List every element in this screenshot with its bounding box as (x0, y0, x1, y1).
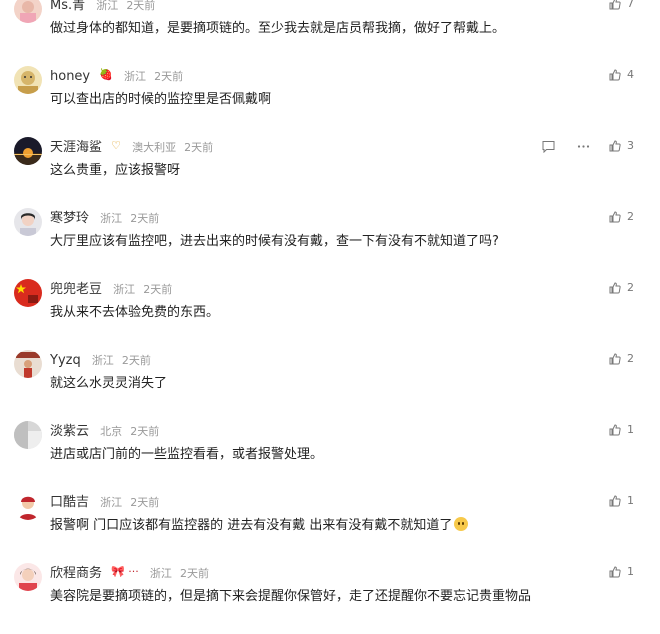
thumbs-up-icon (609, 353, 621, 365)
comment-meta: 兜兜老豆 浙江 2天前 (50, 278, 172, 298)
timestamp: 2天前 (179, 567, 209, 580)
timestamp: 2天前 (130, 212, 160, 225)
comment-item: honey 🍓 浙江 2天前 可以查出店的时候的监控里是否佩戴啊 4 (0, 66, 660, 137)
avatar[interactable] (14, 492, 42, 520)
comment-item: Yyzq 浙江 2天前 就这么水灵灵消失了 2 (0, 350, 660, 421)
comment-item: 寒梦玲 浙江 2天前 大厅里应该有监控吧，进去出来的时候有没有戴，查一下有没有不… (0, 208, 660, 279)
avatar[interactable] (14, 137, 42, 165)
like-button[interactable]: 2 (609, 350, 634, 368)
username[interactable]: 欣程商务 (50, 566, 102, 581)
like-count: 2 (627, 352, 634, 365)
comment-text: 大厅里应该有监控吧，进去出来的时候有没有戴，查一下有没有不就知道了吗? (50, 234, 499, 249)
like-count: 4 (627, 68, 634, 81)
timestamp: 2天前 (184, 141, 214, 154)
comment-text: 可以查出店的时候的监控里是否佩戴啊 (50, 92, 272, 107)
thumbs-up-icon (609, 140, 621, 152)
comment-meta: 口酷吉 浙江 2天前 (50, 491, 159, 511)
thumbs-up-icon (609, 211, 621, 223)
location: 浙江 (91, 354, 114, 367)
username[interactable]: Ms.青 (50, 0, 85, 13)
comment-meta: Yyzq 浙江 2天前 (50, 349, 151, 369)
comment-meta: honey 🍓 浙江 2天前 (50, 65, 183, 85)
timestamp: 2天前 (143, 283, 173, 296)
comment-text: 这么贵重，应该报警呀 (50, 163, 181, 178)
comment-meta: 淡紫云 北京 2天前 (50, 420, 159, 440)
like-count: 2 (627, 281, 634, 294)
like-count: 1 (627, 423, 634, 436)
more-icon[interactable] (577, 140, 590, 153)
comment-text: 就这么水灵灵消失了 (50, 376, 168, 391)
comment-text-content: 报警啊 门口应该都有监控器的 进去有没有戴 出来有没有戴不就知道了 (50, 518, 453, 533)
location: 浙江 (96, 0, 119, 12)
comment-icon[interactable] (542, 140, 555, 153)
like-count: 1 (627, 494, 634, 507)
timestamp: 2天前 (130, 425, 160, 438)
avatar[interactable] (14, 350, 42, 378)
like-button[interactable]: 3 (609, 137, 634, 155)
like-count: 7 (627, 0, 634, 10)
like-button[interactable]: 1 (609, 421, 634, 439)
like-count: 1 (627, 565, 634, 578)
timestamp: 2天前 (130, 496, 160, 509)
flushed-face-emoji-icon (454, 517, 469, 531)
comment-item: 兜兜老豆 浙江 2天前 我从来不去体验免费的东西。 2 (0, 279, 660, 350)
like-button[interactable]: 2 (609, 279, 634, 297)
comment-text: 美容院是要摘项链的，但是摘下来会提醒你保管好，走了还提醒你不要忘记贵重物品 (50, 589, 532, 604)
strawberry-badge-icon: 🍓 (99, 68, 113, 81)
comment-text: 进店或店门前的一些监控看看，或者报警处理。 (50, 447, 324, 462)
comment-actions (542, 137, 590, 155)
like-button[interactable]: 1 (609, 563, 634, 581)
avatar[interactable] (14, 0, 42, 23)
like-button[interactable]: 7 (609, 0, 634, 13)
comment-item: 欣程商务 🎀 ··· 浙江 2天前 美容院是要摘项链的，但是摘下来会提醒你保管好… (0, 563, 660, 634)
comment-meta: 欣程商务 🎀 ··· 浙江 2天前 (50, 562, 209, 582)
comment-meta: 寒梦玲 浙江 2天前 (50, 207, 159, 227)
like-button[interactable]: 4 (609, 66, 634, 84)
location: 浙江 (124, 70, 147, 83)
timestamp: 2天前 (126, 0, 156, 12)
comment-item: 天涯海鲨 ♡ 澳大利亚 2天前 这么贵重，应该报警呀 3 (0, 137, 660, 208)
username[interactable]: 口酷吉 (50, 495, 89, 510)
username[interactable]: 寒梦玲 (50, 211, 89, 226)
avatar[interactable] (14, 421, 42, 449)
comment-meta: 天涯海鲨 ♡ 澳大利亚 2天前 (50, 136, 213, 156)
location: 浙江 (100, 496, 123, 509)
bow-badge-icon: 🎀 ··· (111, 565, 139, 578)
timestamp: 2天前 (121, 354, 151, 367)
location: 北京 (100, 425, 123, 438)
username[interactable]: 兜兜老豆 (50, 282, 102, 297)
like-button[interactable]: 2 (609, 208, 634, 226)
like-button[interactable]: 1 (609, 492, 634, 510)
thumbs-up-icon (609, 566, 621, 578)
location: 浙江 (100, 212, 123, 225)
comment-text: 我从来不去体验免费的东西。 (50, 305, 220, 320)
comment-item: Ms.青 浙江 2天前 做过身体的都知道，是要摘项链的。至少我去就是店员帮我摘，… (0, 0, 660, 66)
location: 浙江 (149, 567, 172, 580)
like-count: 3 (627, 139, 634, 152)
thumbs-up-icon (609, 495, 621, 507)
like-count: 2 (627, 210, 634, 223)
avatar[interactable] (14, 66, 42, 94)
thumbs-up-icon (609, 424, 621, 436)
avatar[interactable] (14, 208, 42, 236)
comment-text: 做过身体的都知道，是要摘项链的。至少我去就是店员帮我摘，做好了帮戴上。 (50, 21, 506, 36)
username[interactable]: honey (50, 69, 90, 84)
comment-item: 口酷吉 浙江 2天前 报警啊 门口应该都有监控器的 进去有没有戴 出来有没有戴不… (0, 492, 660, 563)
location: 澳大利亚 (132, 141, 177, 154)
comment-text: 报警啊 门口应该都有监控器的 进去有没有戴 出来有没有戴不就知道了 (50, 516, 469, 536)
timestamp: 2天前 (154, 70, 184, 83)
avatar[interactable] (14, 563, 42, 591)
location: 浙江 (113, 283, 136, 296)
thumbs-up-icon (609, 282, 621, 294)
vip-badge-icon: ♡ (111, 139, 121, 152)
comment-item: 淡紫云 北京 2天前 进店或店门前的一些监控看看，或者报警处理。 1 (0, 421, 660, 492)
thumbs-up-icon (609, 0, 621, 10)
thumbs-up-icon (609, 69, 621, 81)
avatar[interactable] (14, 279, 42, 307)
username[interactable]: 淡紫云 (50, 424, 89, 439)
username[interactable]: 天涯海鲨 (50, 140, 102, 155)
username[interactable]: Yyzq (50, 353, 81, 368)
comment-meta: Ms.青 浙江 2天前 (50, 0, 155, 14)
